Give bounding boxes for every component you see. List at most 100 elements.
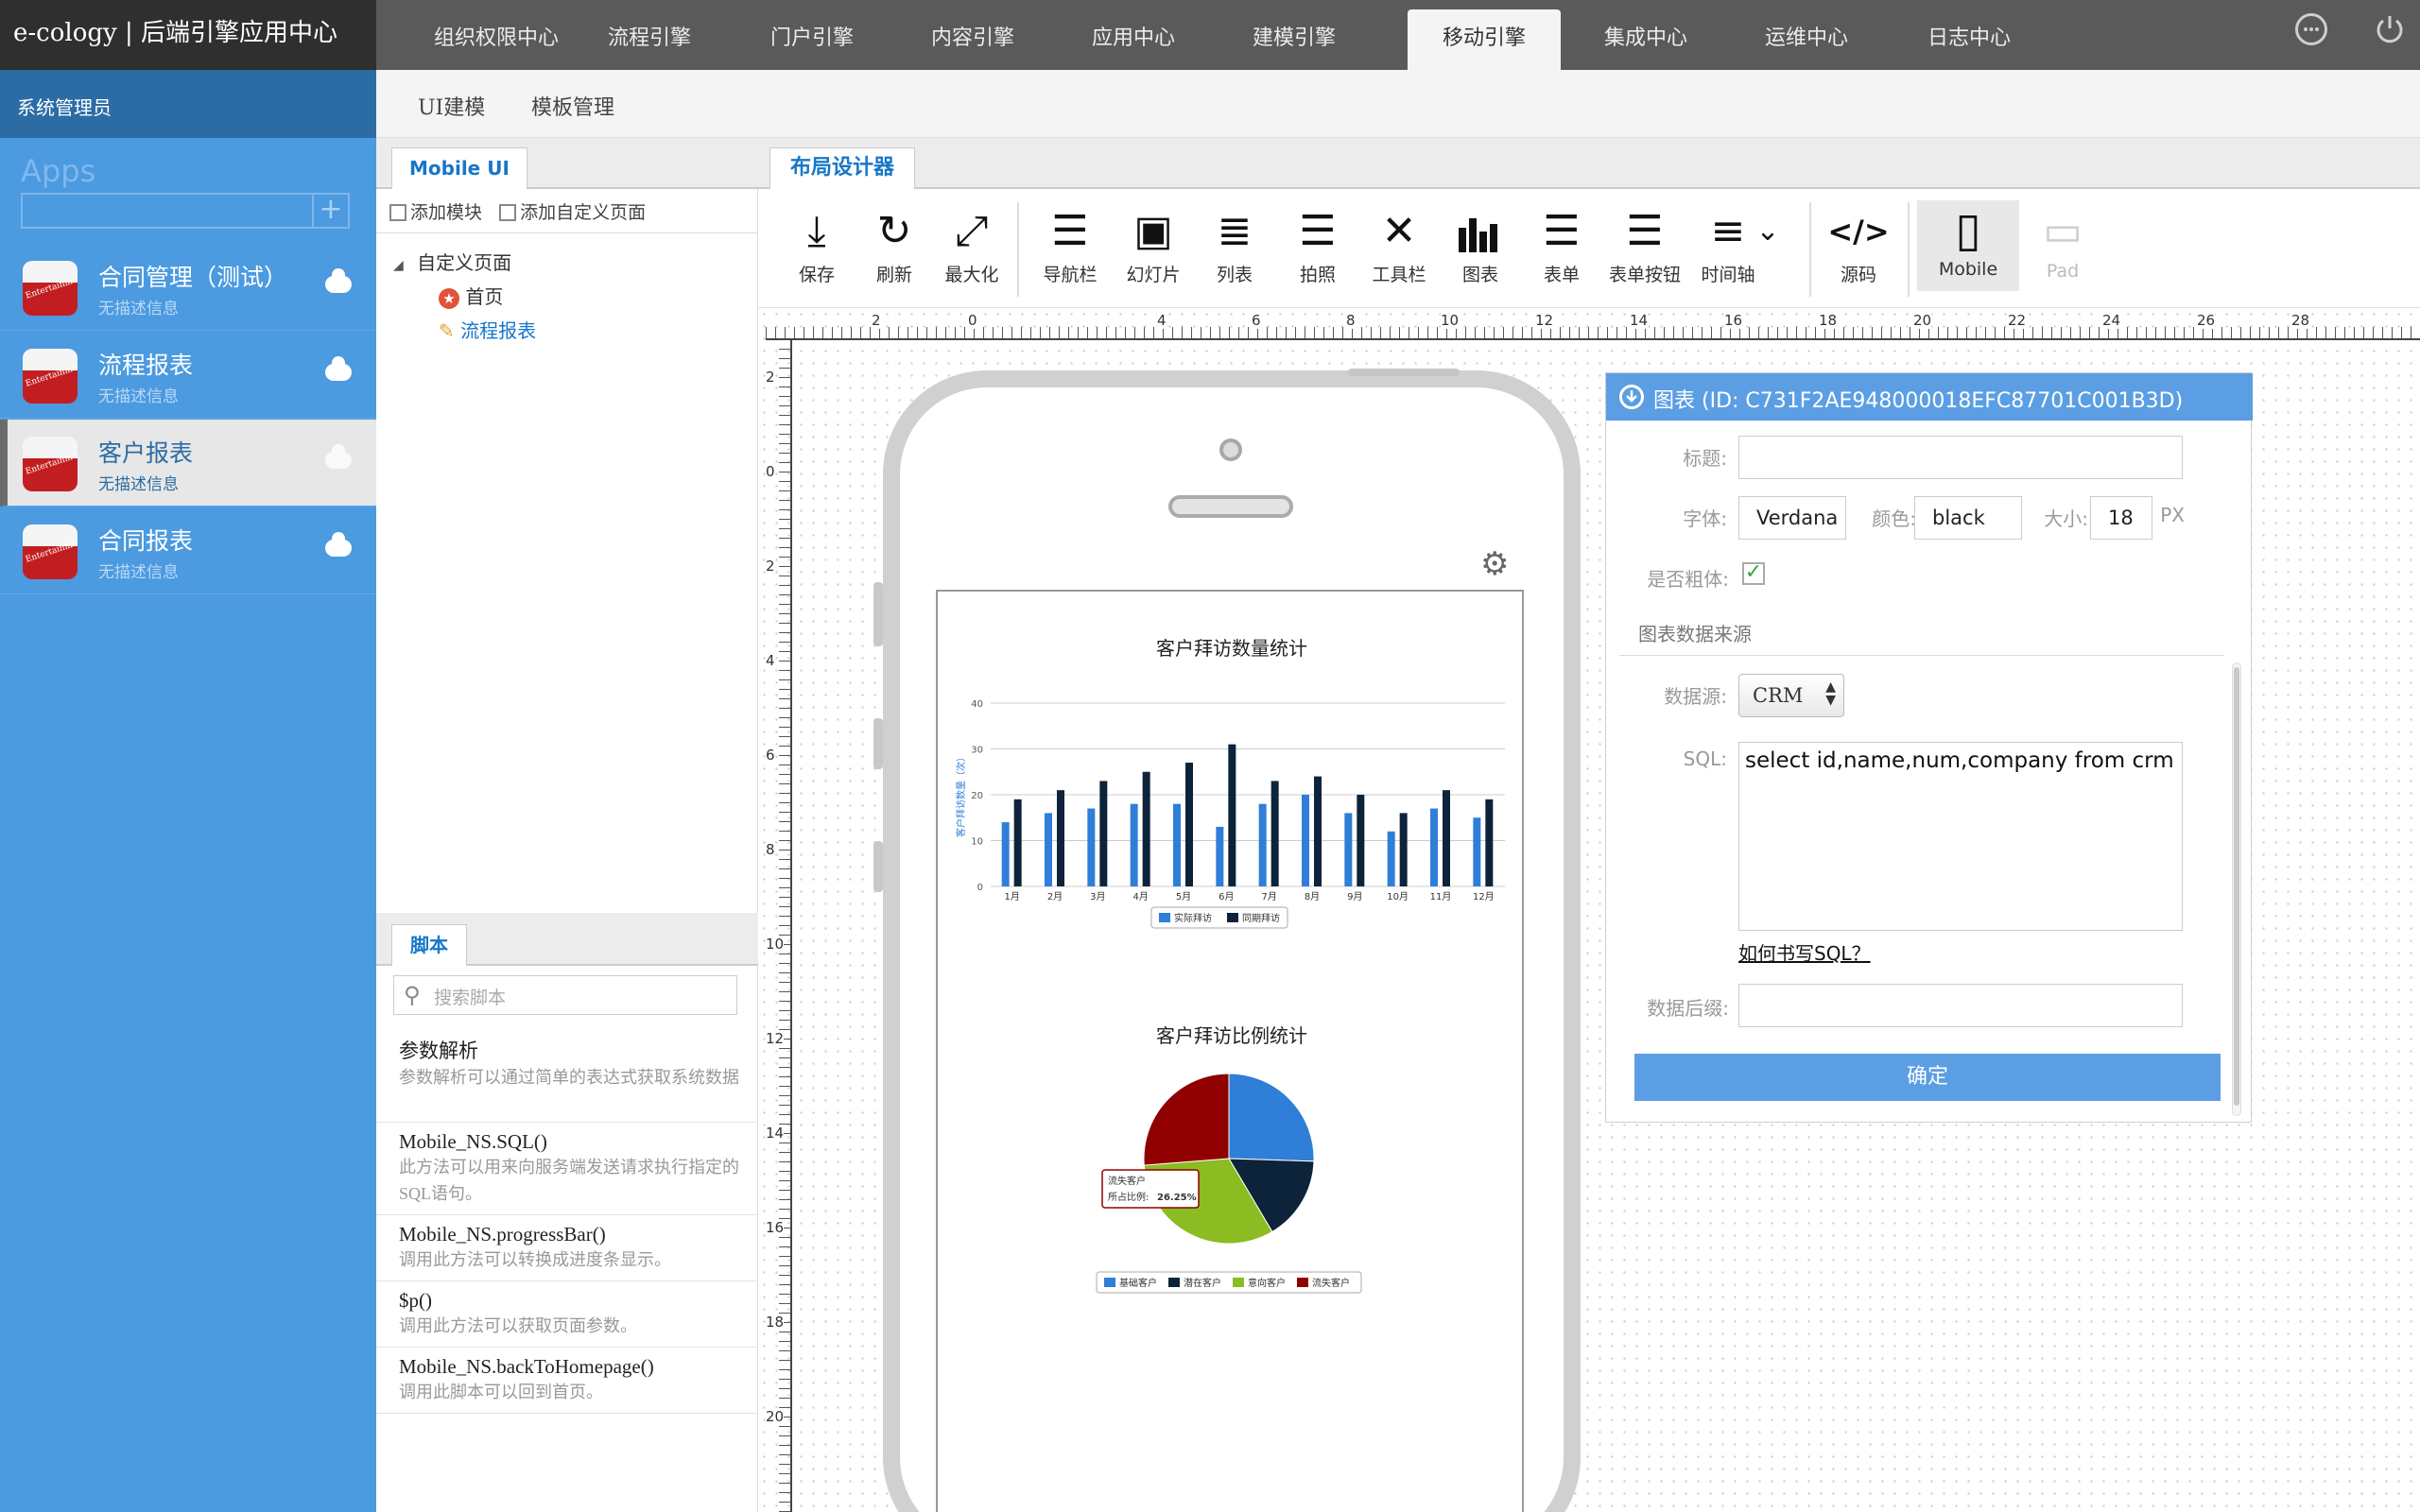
select-arrows-icon: ▲ ▼ (1825, 679, 1836, 708)
topnav-item-modeling[interactable]: 建模引擎 (1227, 9, 1361, 70)
top-actions (2256, 13, 2405, 50)
app-description: 无描述信息 (98, 563, 179, 582)
power-icon[interactable] (2373, 13, 2405, 45)
suffix-input[interactable] (1738, 984, 2183, 1027)
code-icon: </> (1827, 214, 1890, 249)
app-item-workflow-report[interactable]: Entertainme 流程报表 无描述信息 (0, 332, 376, 419)
script-search-input[interactable]: ⚲ 搜索脚本 (393, 975, 737, 1015)
bar-1 (1013, 799, 1022, 886)
script-item-p[interactable]: $p() 调用此方法可以获取页面参数。 (376, 1281, 758, 1348)
slideshow-widget-button[interactable]: ▣ 幻灯片 (1115, 202, 1191, 286)
mobile-preview-button[interactable]: ▯ Mobile (1917, 200, 2019, 291)
bold-checkbox[interactable]: ✓ (1742, 562, 1765, 585)
script-item-param-parse[interactable]: 参数解析 参数解析可以通过简单的表达式获取系统数据 (376, 1028, 758, 1123)
subnav-ui-modeling[interactable]: UI建模 (418, 91, 485, 121)
collapse-triangle-icon[interactable]: ◢ (393, 258, 404, 273)
mobile-icon: ▯ (1955, 202, 1981, 257)
topnav-item-portal[interactable]: 门户引擎 (745, 9, 879, 70)
cloud-upload-icon[interactable] (325, 268, 352, 293)
bar-chart[interactable]: 0 10 20 30 40 客户拜访数量（次） 1月 2月 3月 4月 5月 6月 7月 8月 9月 10月 1… (938, 686, 1522, 960)
title-input[interactable] (1738, 436, 2183, 479)
expand-icon: ⤢ (955, 207, 989, 255)
font-input[interactable]: Verdana (1738, 496, 1846, 540)
scripts-panel: 脚本 ⚲ 搜索脚本 参数解析 参数解析可以通过简单的表达式获取系统数据 Mobi… (376, 913, 758, 1512)
topnav-item-ops[interactable]: 运维中心 (1739, 9, 1874, 70)
tab-layout-designer[interactable]: 布局设计器 (769, 147, 915, 189)
cloud-upload-icon[interactable] (325, 532, 352, 557)
tree-node-custom-pages[interactable]: ◢ 自定义页面 (393, 248, 511, 282)
form-icon: ☰ (1543, 207, 1581, 255)
more-widgets-button[interactable]: ⌄ (1749, 202, 1787, 261)
search-icon: ⚲ (404, 982, 421, 1008)
form-widget-button[interactable]: ☰ 表单 (1524, 202, 1599, 286)
list-icon: ≣ (1217, 207, 1253, 255)
size-label: 大小: (2044, 507, 2088, 530)
topnav-item-mobile[interactable]: 移动引擎 (1408, 9, 1561, 70)
legend-swatch (1168, 1278, 1180, 1287)
pie-chart-legend: 基础客户 潜在客户 意向客户 流失客户 (1096, 1271, 1362, 1294)
apps-search-input[interactable]: + (21, 193, 350, 229)
app-description: 无描述信息 (98, 300, 179, 318)
add-module-button[interactable]: 添加模块 (389, 202, 482, 223)
refresh-icon: ↻ (876, 207, 912, 255)
cloud-upload-icon[interactable] (325, 444, 352, 469)
cloud-upload-icon[interactable] (325, 356, 352, 381)
gear-icon[interactable]: ⚙ (1480, 548, 1512, 580)
properties-scrollbar[interactable] (2232, 662, 2241, 1116)
slideshow-icon: ▣ (1133, 207, 1173, 255)
datasource-label: 数据源: (1664, 685, 1727, 708)
app-item-contract-test[interactable]: Entertainme 合同管理（测试） 无描述信息 (0, 244, 376, 331)
apps-sidebar: Apps + Entertainme 合同管理（测试） 无描述信息 Entert… (0, 138, 376, 1512)
topnav-item-content[interactable]: 内容引擎 (906, 9, 1040, 70)
camera-icon: ☰ (1299, 207, 1337, 255)
chart-widget-button[interactable]: 图表 (1443, 202, 1518, 286)
pie-chart[interactable]: 流失客户所占比例: 26.25% 基础客户 潜在客户 意向客户 流失客户 (938, 1055, 1522, 1319)
refresh-button[interactable]: ↻ 刷新 (856, 202, 932, 286)
sql-help-link[interactable]: 如何书写SQL？ (1738, 938, 1871, 966)
tab-mobile-ui[interactable]: Mobile UI (391, 147, 527, 189)
app-item-customer-report[interactable]: Entertainme 客户报表 无描述信息 (0, 420, 376, 507)
add-app-button[interactable]: + (312, 195, 348, 227)
camera-widget-button[interactable]: ☰ 拍照 (1280, 202, 1356, 286)
source-code-button[interactable]: </> 源码 (1821, 202, 1896, 286)
tree-node-workflow-report[interactable]: ✎ 流程报表 (439, 316, 557, 350)
pad-preview-button[interactable]: ▭ Pad (2025, 202, 2100, 282)
script-item-sql[interactable]: Mobile_NS.SQL() 此方法可以用来向服务端发送请求执行指定的SQL语… (376, 1123, 758, 1215)
script-item-back-home[interactable]: Mobile_NS.backToHomepage() 调用此脚本可以回到首页。 (376, 1348, 758, 1414)
list-widget-button[interactable]: ≣ 列表 (1197, 202, 1272, 286)
topnav-item-integration[interactable]: 集成中心 (1579, 9, 1713, 70)
topnav-item-workflow[interactable]: 流程引擎 (582, 9, 717, 70)
tab-scripts[interactable]: 脚本 (391, 924, 467, 966)
color-input[interactable]: black (1914, 496, 2022, 540)
tooltip-name: 流失客户 (1108, 1175, 1146, 1187)
app-logo-icon: Entertainme (23, 261, 78, 316)
more-options-icon[interactable] (2294, 13, 2327, 45)
maximize-button[interactable]: ⤢ 最大化 (934, 202, 1010, 286)
bar-1 (1485, 799, 1494, 886)
save-button[interactable]: ⤓ 保存 (779, 202, 855, 286)
chart-icon (1443, 202, 1518, 261)
add-custom-page-button[interactable]: 添加自定义页面 (499, 202, 646, 223)
datasource-select[interactable]: CRM ▲ ▼ (1738, 674, 1844, 717)
sql-textarea[interactable]: select id,name,num,company from crm (1738, 742, 2183, 931)
toolbar-widget-button[interactable]: ✕ 工具栏 (1361, 202, 1437, 286)
phone-screen[interactable]: 客户拜访数量统计 0 10 20 30 40 客户拜访数量（次） 1月 2月 3月 4月 5月 6月 7… (936, 590, 1524, 1512)
topnav-item-org[interactable]: 组织权限中心 (424, 9, 569, 70)
navbar-widget-button[interactable]: ☰ 导航栏 (1032, 202, 1108, 286)
app-description: 无描述信息 (98, 475, 179, 494)
data-source-section-title: 图表数据来源 (1638, 623, 1752, 645)
page-tree: ◢ 自定义页面 ★ 首页 ✎ 流程报表 (393, 248, 536, 350)
tree-node-home[interactable]: ★ 首页 (439, 282, 557, 316)
form-button-widget-button[interactable]: ☰ 表单按钮 (1607, 202, 1683, 286)
properties-header[interactable]: 图表 (ID: C731F2AE948000018EFC87701C001B3D… (1606, 373, 2253, 421)
app-item-contract-report[interactable]: Entertainme 合同报表 无描述信息 (0, 507, 376, 594)
topnav-item-log[interactable]: 日志中心 (1902, 9, 2036, 70)
subnav-template-management[interactable]: 模板管理 (531, 91, 614, 121)
collapse-arrow-icon[interactable] (1619, 385, 1644, 409)
topnav-item-app[interactable]: 应用中心 (1066, 9, 1201, 70)
bar-0 (1087, 808, 1096, 886)
script-item-progressbar[interactable]: Mobile_NS.progressBar() 调用此方法可以转换成进度条显示。 (376, 1215, 758, 1281)
pie-tooltip: 流失客户所占比例: 26.25% (1101, 1169, 1200, 1209)
size-input[interactable]: 18 (2090, 496, 2152, 540)
confirm-button[interactable]: 确定 (1634, 1054, 2221, 1101)
